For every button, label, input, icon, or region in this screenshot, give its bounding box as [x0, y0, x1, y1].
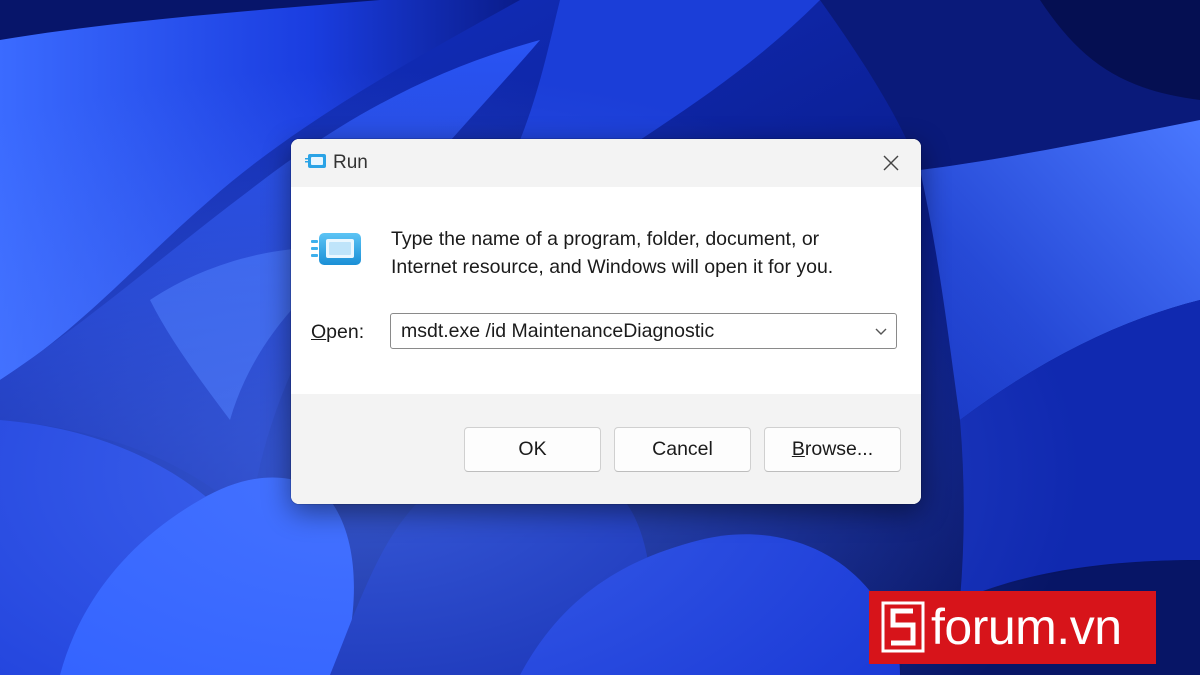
description-line: Type the name of a program, folder, docu…	[391, 228, 820, 250]
close-icon	[883, 155, 899, 171]
dialog-body: Type the name of a program, folder, docu…	[291, 187, 921, 394]
description-line: Internet resource, and Windows will open…	[391, 256, 834, 278]
cancel-button[interactable]: Cancel	[614, 427, 751, 472]
open-label-mnemonic: O	[311, 321, 327, 343]
ok-button[interactable]: OK	[464, 427, 601, 472]
browse-button[interactable]: Browse...	[764, 427, 901, 472]
chevron-down-icon	[875, 328, 887, 335]
run-app-icon	[305, 153, 327, 171]
dialog-footer: OK Cancel Browse...	[291, 394, 921, 504]
browse-mnemonic: B	[791, 438, 805, 460]
sforum-watermark: forum.vn	[869, 591, 1156, 664]
browse-label: rowse...	[804, 438, 874, 460]
open-combobox[interactable]	[390, 313, 897, 349]
sforum-s-logo-icon	[881, 601, 925, 653]
dialog-description: Type the name of a program, folder, docu…	[391, 225, 891, 281]
close-button[interactable]	[871, 145, 911, 181]
watermark-text: forum.vn	[931, 599, 1122, 655]
open-label: Open:	[311, 321, 364, 344]
open-input[interactable]	[391, 314, 861, 348]
run-app-icon	[311, 229, 363, 271]
dialog-title: Run	[333, 152, 368, 173]
run-dialog: Run Type the name of a program, folder, …	[291, 139, 921, 504]
open-label-text: pen:	[326, 321, 365, 343]
dropdown-button[interactable]	[872, 322, 890, 340]
title-bar[interactable]: Run	[291, 139, 921, 187]
